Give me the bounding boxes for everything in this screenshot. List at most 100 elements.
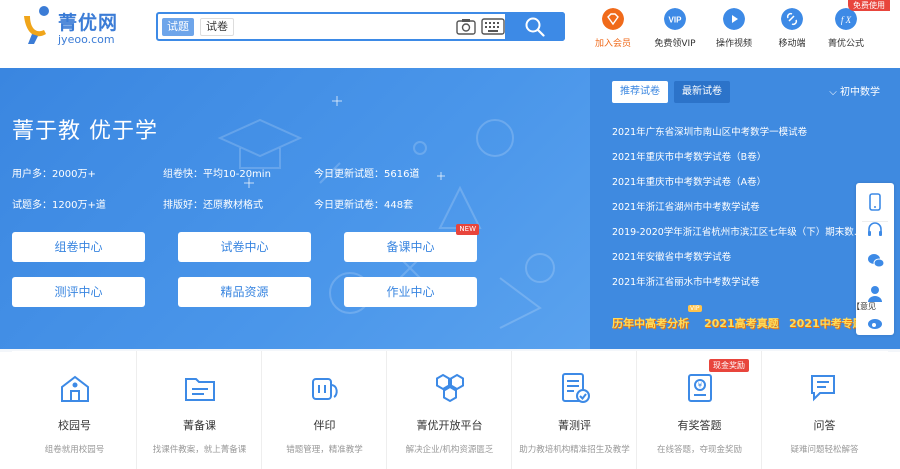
play-icon — [723, 8, 745, 30]
side-toolbar: 【意见 — [852, 183, 894, 335]
feature-assessment[interactable]: 菁测评 助力教培机构精准招生及教学 — [512, 351, 637, 469]
camera-icon[interactable] — [456, 18, 476, 35]
nav-label: 加入会员 — [594, 39, 631, 49]
nav-label: 操作视频 — [715, 39, 752, 49]
search-button[interactable] — [505, 12, 565, 41]
promo-zhongkao-2021[interactable]: 2021中考专题 — [789, 315, 864, 331]
promo-links: 历年中高考分析 VIP 2021高考真题 2021中考专题 — [612, 305, 867, 332]
nav-videos[interactable]: 操作视频 — [703, 8, 765, 49]
hero-banner: 菁于教 优于学 用户多：2000万+ 组卷快：平均10-20min 今日更新试题… — [0, 68, 590, 349]
checklist-icon — [562, 373, 590, 403]
hero-slogan: 菁于教 优于学 — [12, 119, 158, 144]
stat-users: 用户多：2000万+ — [12, 169, 96, 180]
svg-text:¥: ¥ — [698, 382, 703, 390]
btn-premium-resources[interactable]: 精品资源 — [178, 277, 311, 307]
header: 菁优网 jyeoo.com 试题 试卷 加入会员 VIP 免费领VIP 操作视频… — [0, 0, 900, 68]
feature-grid: 校园号 组卷就用校园号 菁备课 找课件教案，就上菁备课 伴印 错题管理，精准教学… — [12, 351, 888, 469]
search-icon — [525, 17, 545, 37]
promo-exam-analysis[interactable]: 历年中高考分析 — [612, 315, 689, 331]
nav-free-vip[interactable]: VIP 免费领VIP — [644, 8, 706, 49]
search-tab-papers[interactable]: 试卷 — [200, 18, 234, 36]
feature-prep[interactable]: 菁备课 找课件教案，就上菁备课 — [137, 351, 262, 469]
svg-text:VIP: VIP — [669, 16, 683, 25]
feature-prize-quiz[interactable]: 现金奖励 ¥ 有奖答题 在线答题，夺现金奖励 — [637, 351, 762, 469]
keyboard-icon[interactable] — [481, 18, 505, 35]
nav-mobile[interactable]: 移动端 — [761, 8, 823, 49]
svg-text:f X: f X — [841, 15, 852, 25]
logo-mark-icon — [24, 6, 49, 44]
logo-name: 菁优网 — [58, 12, 119, 34]
logo[interactable]: 菁优网 jyeoo.com — [22, 4, 132, 46]
wechat-icon — [868, 254, 885, 268]
hexagon-network-icon — [436, 373, 464, 403]
school-icon — [61, 375, 89, 402]
search-bar: 试题 试卷 — [156, 12, 565, 41]
feature-desc: 解决企业/机构资源匮乏 — [405, 445, 494, 455]
mobile-icon — [869, 193, 881, 211]
stat-today-papers: 今日更新试卷：448套 — [314, 200, 414, 211]
btn-compose-center[interactable]: 组卷中心 — [12, 232, 145, 262]
vip-icon: VIP — [664, 8, 686, 30]
tab-latest[interactable]: 最新试卷 — [674, 81, 730, 103]
nav-join-member[interactable]: 加入会员 — [582, 8, 644, 49]
feature-title: 有奖答题 — [677, 419, 722, 432]
weibo-icon — [868, 319, 882, 329]
stat-questions: 试题多：1200万+道 — [12, 200, 106, 211]
nav-label: 菁优公式 — [827, 39, 864, 49]
stat-speed: 组卷快：平均10-20min — [163, 169, 271, 180]
formula-icon: f X — [835, 8, 857, 30]
paper-item[interactable]: 2021年浙江省丽水市中考数学试卷 — [612, 270, 872, 295]
new-badge: NEW — [456, 224, 479, 235]
btn-paper-center[interactable]: 试卷中心 — [178, 232, 311, 262]
feature-print[interactable]: 伴印 错题管理，精准教学 — [262, 351, 387, 469]
feature-desc: 错题管理，精准教学 — [286, 445, 363, 455]
printer-icon — [312, 378, 338, 400]
feature-title: 问答 — [813, 419, 836, 432]
search-tab-questions[interactable]: 试题 — [162, 18, 194, 36]
promo-gaokao-2021[interactable]: 2021高考真题 — [704, 315, 779, 331]
stat-today-questions: 今日更新试题：5616道 — [314, 169, 420, 180]
feature-title: 菁备课 — [183, 419, 216, 432]
feature-campus[interactable]: 校园号 组卷就用校园号 — [12, 351, 137, 469]
search-input[interactable] — [238, 17, 518, 37]
btn-prep-center[interactable]: 备课中心 NEW — [344, 224, 479, 262]
btn-assessment-center[interactable]: 测评中心 — [12, 277, 145, 307]
side-weibo[interactable] — [856, 301, 894, 339]
stat-layout: 排版好：还原教材格式 — [163, 200, 263, 211]
btn-label: 备课中心 — [386, 240, 435, 254]
subject-label: 初中数学 — [840, 87, 880, 98]
feature-desc: 在线答题，夺现金奖励 — [656, 445, 742, 455]
mobile-link-icon — [781, 8, 803, 30]
feature-desc: 找课件教案，就上菁备课 — [152, 445, 247, 455]
paper-item[interactable]: 2021年浙江省湖州市中考数学试卷 — [612, 195, 872, 220]
feature-title: 菁优开放平台 — [416, 419, 483, 432]
feature-title: 菁测评 — [558, 419, 591, 432]
logo-domain: jyeoo.com — [58, 33, 115, 46]
feature-title: 校园号 — [58, 419, 91, 432]
paper-item[interactable]: 2021年广东省深圳市南山区中考数学一模试卷 — [612, 120, 872, 145]
paper-item[interactable]: 2019-2020学年浙江省杭州市滨江区七年级（下）期末数学试卷 — [612, 220, 872, 245]
free-use-badge: 免费使用 — [848, 0, 890, 11]
feature-desc: 助力教培机构精准招生及教学 — [519, 445, 630, 455]
headset-icon — [868, 222, 882, 236]
paper-list: 2021年广东省深圳市南山区中考数学一模试卷 2021年重庆市中考数学试卷（B卷… — [612, 120, 872, 295]
vip-diamond-icon — [602, 8, 624, 30]
paper-item[interactable]: 2021年重庆市中考数学试卷（A卷） — [612, 170, 872, 195]
tab-recommended[interactable]: 推荐试卷 — [612, 81, 668, 103]
feature-open-platform[interactable]: 菁优开放平台 解决企业/机构资源匮乏 — [387, 351, 512, 469]
feature-qa[interactable]: 问答 疑难问题轻松解答 — [762, 351, 887, 469]
folder-icon — [185, 378, 215, 401]
nav-formula[interactable]: f X 菁优公式 — [815, 8, 877, 49]
prize-icon: ¥ — [688, 374, 712, 402]
chat-bubble-icon — [811, 375, 835, 402]
feature-title: 伴印 — [313, 419, 336, 432]
nav-label: 移动端 — [778, 39, 806, 49]
subject-select[interactable]: ⌵ 初中数学 — [829, 83, 880, 98]
feature-desc: 疑难问题轻松解答 — [790, 445, 859, 455]
btn-homework-center[interactable]: 作业中心 — [344, 277, 477, 307]
nav-label: 免费领VIP — [654, 39, 696, 49]
paper-item[interactable]: 2021年安徽省中考数学试卷 — [612, 245, 872, 270]
paper-item[interactable]: 2021年重庆市中考数学试卷（B卷） — [612, 145, 872, 170]
chevron-down-icon: ⌵ — [829, 87, 840, 98]
vip-tag: VIP — [688, 305, 702, 312]
